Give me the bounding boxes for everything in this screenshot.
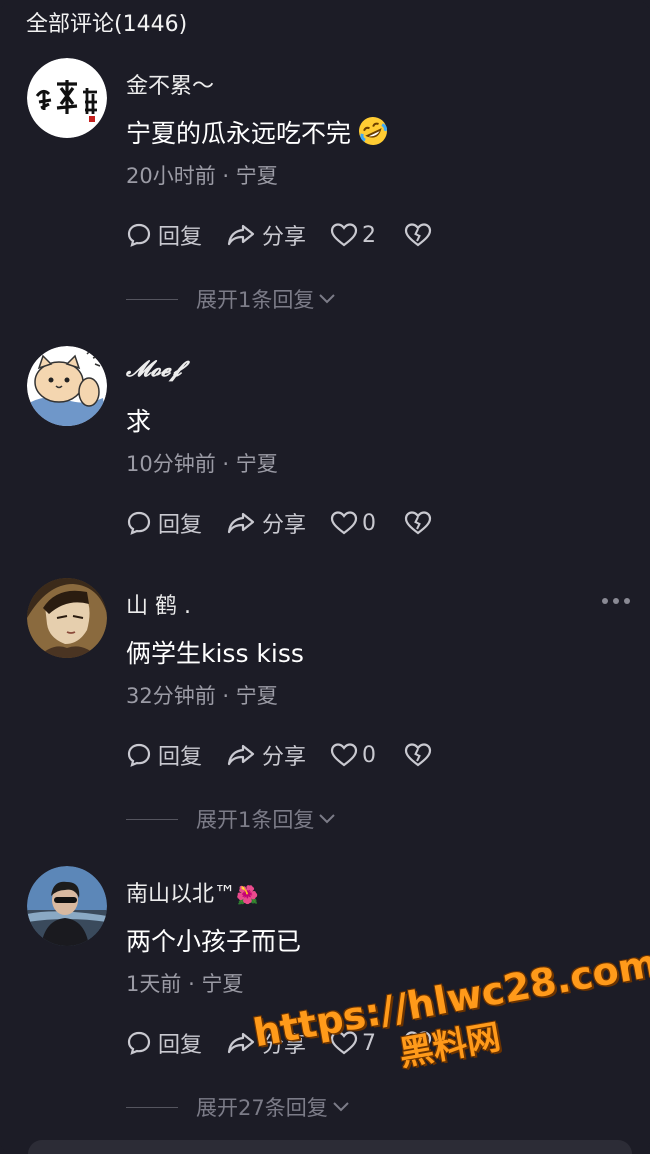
share-button[interactable]: 分享 <box>226 219 306 251</box>
chevron-down-icon <box>319 294 336 304</box>
like-count: 0 <box>362 742 377 768</box>
heart-icon <box>330 223 358 247</box>
share-arrow-icon <box>227 1032 255 1054</box>
reply-button[interactable]: 回复 <box>126 1027 202 1059</box>
comment-text: 求 <box>126 407 152 436</box>
user-name[interactable]: 山 鹤 . <box>126 588 191 620</box>
share-arrow-icon <box>227 744 255 766</box>
reply-bubble-icon <box>127 223 151 247</box>
divider-line <box>126 818 178 820</box>
like-count: 2 <box>362 222 377 248</box>
share-label: 分享 <box>262 225 307 250</box>
comment-meta: 1天前 · 宁夏 <box>126 972 244 996</box>
expand-label: 展开1条回复 <box>196 288 315 312</box>
comment-meta: 20小时前 · 宁夏 <box>126 164 278 188</box>
comment-text: 两个小孩子而已 <box>126 927 302 956</box>
reply-label: 回复 <box>158 225 203 250</box>
user-name[interactable]: 金不累～ <box>126 68 214 100</box>
share-label: 分享 <box>262 513 307 538</box>
dislike-button[interactable] <box>404 222 438 248</box>
avatar[interactable] <box>27 58 107 138</box>
anime-man-avatar <box>27 578 107 658</box>
user-name[interactable]: 南山以北™🌺 <box>126 876 258 908</box>
comment-meta: 32分钟前 · 宁夏 <box>126 684 278 708</box>
avatar[interactable] <box>27 866 107 946</box>
more-options-icon[interactable] <box>602 598 630 604</box>
expand-replies[interactable]: 展开1条回复 <box>126 804 336 834</box>
comment-meta: 10分钟前 · 宁夏 <box>126 452 278 476</box>
chevron-down-icon <box>319 814 336 824</box>
heart-icon <box>330 1031 358 1055</box>
expand-label: 展开27条回复 <box>196 1096 328 1120</box>
heart-icon <box>330 743 358 767</box>
comment-text: 俩学生kiss kiss <box>126 639 304 668</box>
hibiscus-icon: 🌺 <box>236 885 259 906</box>
comment-input-bar[interactable] <box>28 1140 632 1154</box>
like-count: 7 <box>362 1030 377 1056</box>
divider-line <box>126 298 178 300</box>
like-button[interactable]: 7 <box>330 1030 376 1056</box>
reply-bubble-icon <box>127 743 151 767</box>
dislike-button[interactable] <box>404 742 438 768</box>
reply-label: 回复 <box>158 745 203 770</box>
avatar[interactable] <box>27 578 107 658</box>
share-label: 分享 <box>262 745 307 770</box>
rolling-on-floor-laughing-icon <box>359 117 388 145</box>
like-button[interactable]: 2 <box>330 222 376 248</box>
share-arrow-icon <box>227 224 255 246</box>
broken-heart-icon <box>404 743 432 767</box>
user-name[interactable]: 𝓜𝓸𝓮𝓯 <box>126 356 182 382</box>
dislike-button[interactable] <box>404 1030 438 1056</box>
share-arrow-icon <box>227 512 255 534</box>
watermark: https://hlwc28.com 黑料网 <box>250 941 650 1100</box>
expand-replies[interactable]: 展开1条回复 <box>126 284 336 314</box>
reply-button[interactable]: 回复 <box>126 739 202 771</box>
comment-actions: 回复 分享 7 <box>126 1026 438 1060</box>
chevron-down-icon <box>333 1102 349 1112</box>
reply-label: 回复 <box>158 1033 203 1058</box>
share-button[interactable]: 分享 <box>226 507 306 539</box>
heart-icon <box>330 511 358 535</box>
comments-panel: 全部评论(1446) 金不累～ 宁夏的瓜永远吃不完 20小时前 · 宁夏 回复 … <box>0 0 650 1154</box>
broken-heart-icon <box>404 1031 432 1055</box>
comment-actions: 回复 分享 0 <box>126 506 438 540</box>
comment-actions: 回复 分享 0 <box>126 738 438 772</box>
dislike-button[interactable] <box>404 510 438 536</box>
cartoon-cat-avatar <box>27 346 107 426</box>
avatar[interactable] <box>27 346 107 426</box>
share-label: 分享 <box>262 1033 307 1058</box>
like-count: 0 <box>362 510 377 536</box>
comment-actions: 回复 分享 2 <box>126 218 438 252</box>
expand-replies[interactable]: 展开27条回复 <box>126 1092 350 1122</box>
reply-label: 回复 <box>158 513 203 538</box>
share-button[interactable]: 分享 <box>226 739 306 771</box>
comment-text: 宁夏的瓜永远吃不完 <box>126 114 389 150</box>
broken-heart-icon <box>404 223 432 247</box>
photo-person-avatar <box>27 866 107 946</box>
reply-bubble-icon <box>127 511 151 535</box>
like-button[interactable]: 0 <box>330 510 376 536</box>
expand-label: 展开1条回复 <box>196 808 315 832</box>
broken-heart-icon <box>404 511 432 535</box>
divider-line <box>126 1106 178 1108</box>
comments-count-title: 全部评论(1446) <box>26 12 188 37</box>
calligraphy-logo-avatar <box>27 58 107 138</box>
reply-button[interactable]: 回复 <box>126 219 202 251</box>
share-button[interactable]: 分享 <box>226 1027 306 1059</box>
reply-bubble-icon <box>127 1031 151 1055</box>
like-button[interactable]: 0 <box>330 742 376 768</box>
reply-button[interactable]: 回复 <box>126 507 202 539</box>
